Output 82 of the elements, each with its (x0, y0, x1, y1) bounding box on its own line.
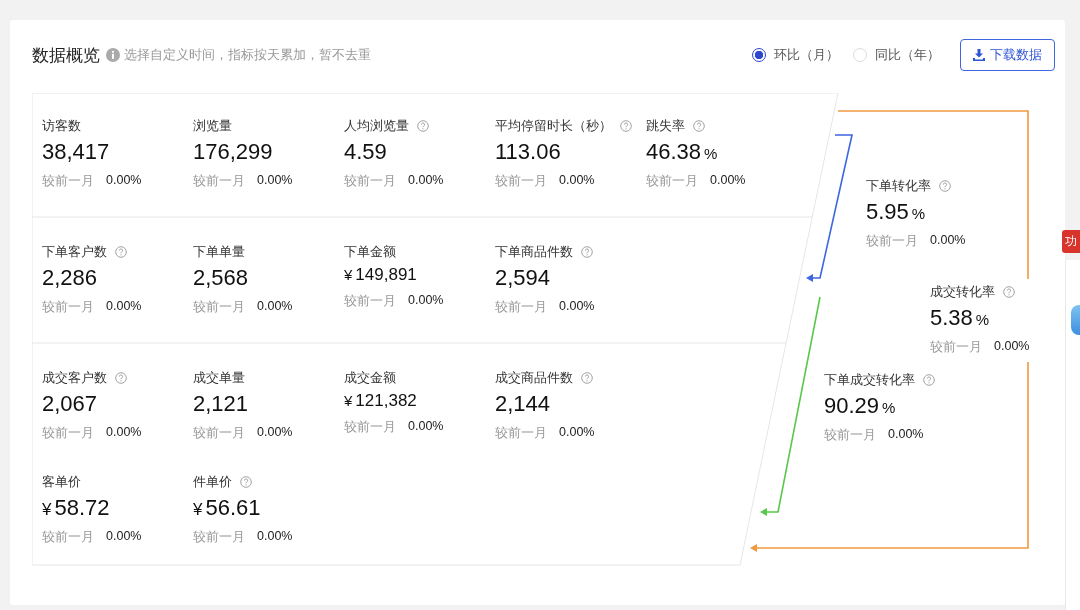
help-icon[interactable] (693, 120, 705, 132)
compare-value: 0.00% (257, 425, 293, 441)
compare-value: 0.00% (408, 419, 444, 435)
currency-sign: ¥ (344, 266, 353, 283)
app-icon[interactable] (1071, 305, 1080, 335)
help-icon[interactable] (939, 180, 951, 192)
radio-option[interactable]: 同比（年） (853, 46, 940, 64)
help-icon[interactable] (417, 120, 429, 132)
help-icon[interactable] (581, 372, 593, 384)
compare-value: 0.00% (257, 173, 293, 189)
metric-label: 成交金额 (344, 369, 396, 387)
unit-label: % (882, 399, 896, 416)
metric-label: 下单客户数 (42, 243, 107, 261)
hint-text: 选择自定义时间，指标按天累加，暂不去重 (124, 46, 371, 64)
help-icon[interactable] (240, 476, 252, 488)
metric-label: 人均浏览量 (344, 117, 409, 135)
compare-value: 0.00% (559, 173, 595, 189)
unit-label: % (911, 205, 926, 222)
metric-label: 下单金额 (344, 243, 396, 261)
compare-value: 0.00% (408, 293, 444, 309)
metric-value: 56.61 (205, 495, 261, 521)
compare-value: 0.00% (257, 299, 293, 315)
compare-value: 0.00% (930, 233, 966, 249)
metric-label: 跳失率 (646, 117, 685, 135)
side-badge[interactable]: 功 (1062, 230, 1080, 253)
help-icon[interactable] (620, 120, 632, 132)
metric-label: 下单成交转化率 (824, 371, 915, 389)
metric-value: 38,417 (42, 139, 110, 165)
compare-value: 0.00% (888, 427, 924, 443)
metric-value: 149,891 (355, 265, 417, 285)
metric-label: 下单转化率 (866, 177, 931, 195)
metric-value: 2,067 (42, 391, 98, 417)
download-button[interactable]: 下载数据 (960, 39, 1055, 71)
compare-value: 0.00% (994, 339, 1030, 355)
compare-value: 0.00% (408, 173, 444, 189)
metric-value: 58.72 (54, 495, 110, 521)
compare-value: 0.00% (559, 425, 595, 441)
metric-label: 成交单量 (193, 369, 245, 387)
metric-value: 5.95 (866, 199, 909, 225)
metric-value: 90.29 (824, 393, 880, 419)
help-icon[interactable] (115, 246, 127, 258)
help-icon[interactable] (923, 374, 935, 386)
metric-label: 下单单量 (193, 243, 245, 261)
compare-value: 0.00% (559, 299, 595, 315)
metric-value: 2,121 (193, 391, 249, 417)
metric-value: 46.38 (646, 139, 702, 165)
metric-value: 2,568 (193, 265, 249, 291)
currency-sign: ¥ (193, 500, 203, 520)
metric-label: 浏览量 (193, 117, 232, 135)
metric-value: 5.38 (930, 305, 973, 331)
metric-label: 成交商品件数 (495, 369, 573, 387)
help-icon[interactable] (1003, 286, 1015, 298)
metric-label: 下单商品件数 (495, 243, 573, 261)
metric-value: 2,594 (495, 265, 551, 291)
section-title: 数据概览 (32, 44, 100, 67)
metric-value: 2,144 (495, 391, 551, 417)
metric-value: 121,382 (355, 391, 417, 411)
info-icon (106, 48, 120, 62)
unit-label: % (704, 145, 718, 162)
radio-option[interactable]: 环比（月） (752, 46, 839, 64)
compare-value: 0.00% (106, 529, 142, 545)
compare-value: 0.00% (257, 529, 293, 545)
currency-sign: ¥ (344, 392, 353, 409)
unit-label: % (975, 311, 990, 328)
metric-label: 客单价 (42, 473, 81, 491)
metric-label: 成交客户数 (42, 369, 107, 387)
compare-value: 0.00% (710, 173, 746, 189)
metric-value: 176,299 (193, 139, 273, 165)
metric-label: 平均停留时长（秒） (495, 117, 612, 135)
compare-value: 0.00% (106, 425, 142, 441)
download-icon (973, 49, 985, 61)
metric-label: 成交转化率 (930, 283, 995, 301)
currency-sign: ¥ (42, 500, 52, 520)
metric-value: 113.06 (495, 139, 561, 165)
metric-label: 件单价 (193, 473, 232, 491)
metric-value: 2,286 (42, 265, 98, 291)
metric-value: 4.59 (344, 139, 387, 165)
metric-label: 访客数 (42, 117, 81, 135)
compare-value: 0.00% (106, 299, 142, 315)
compare-value: 0.00% (106, 173, 142, 189)
help-icon[interactable] (581, 246, 593, 258)
help-icon[interactable] (115, 372, 127, 384)
